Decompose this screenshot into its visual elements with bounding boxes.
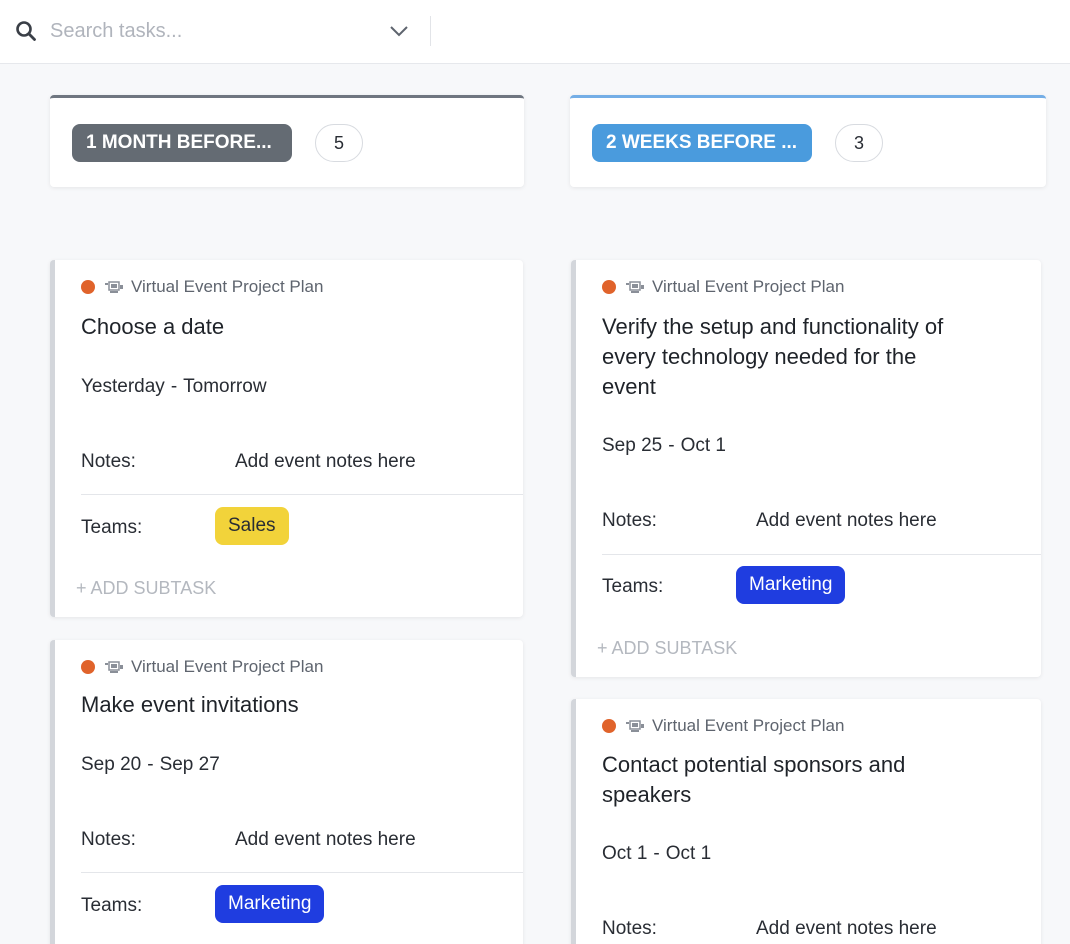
task-title-line: Contact potential sponsors and <box>602 752 906 777</box>
task-card[interactable]: Virtual Event Project Plan Make event in… <box>50 640 523 944</box>
notes-label: Notes: <box>602 510 657 531</box>
status-dot <box>81 660 95 674</box>
column-header-1-month-before: 1 MONTH BEFORE... 5 <box>50 95 524 187</box>
due-date: Sep 27 <box>159 754 220 775</box>
project-name[interactable]: Virtual Event Project Plan <box>131 277 323 297</box>
add-subtask-button[interactable]: + ADD SUBTASK <box>76 578 216 599</box>
search-icon <box>16 21 36 41</box>
task-card[interactable]: Virtual Event Project Plan Contact poten… <box>571 699 1041 944</box>
team-tag-marketing[interactable]: Marketing <box>215 885 325 923</box>
due-date: Oct 1 <box>680 435 726 456</box>
task-card[interactable]: Virtual Event Project Plan Choose a date… <box>50 260 523 617</box>
task-title-line: every technology needed for the <box>602 344 917 369</box>
status-dot <box>602 280 616 294</box>
date-separator: - <box>147 754 154 775</box>
status-pill[interactable]: 1 MONTH BEFORE... <box>72 124 292 162</box>
column-header-2-weeks-before: 2 WEEKS BEFORE ... 3 <box>570 95 1046 187</box>
status-pill[interactable]: 2 WEEKS BEFORE ... <box>592 124 812 162</box>
project-icon <box>105 661 123 673</box>
project-line: Virtual Event Project Plan <box>602 714 844 738</box>
due-date: Oct 1 <box>665 843 712 864</box>
notes-value[interactable]: Add event notes here <box>235 451 416 473</box>
task-title[interactable]: Choose a date <box>81 312 224 342</box>
field-divider <box>602 554 1041 555</box>
teams-label: Teams: <box>602 576 664 597</box>
team-tag-marketing[interactable]: Marketing <box>736 566 846 604</box>
task-title-line: event <box>602 374 656 399</box>
date-range[interactable]: Sep 25- Oct 1 <box>602 435 726 457</box>
project-icon <box>105 281 123 293</box>
start-date: Sep 20 <box>81 754 142 775</box>
start-date: Oct 1 <box>602 843 648 864</box>
date-separator: - <box>668 435 675 456</box>
search-bar <box>0 0 1070 64</box>
project-name[interactable]: Virtual Event Project Plan <box>652 277 844 297</box>
start-date: Sep 25 <box>602 435 663 456</box>
project-icon <box>626 281 644 293</box>
task-title[interactable]: Make event invitations <box>81 690 299 720</box>
notes-label: Notes: <box>81 451 136 472</box>
notes-value[interactable]: Add event notes here <box>756 510 937 532</box>
due-date: Tomorrow <box>183 376 267 397</box>
field-divider <box>81 494 523 495</box>
add-subtask-button[interactable]: + ADD SUBTASK <box>597 638 737 659</box>
project-name[interactable]: Virtual Event Project Plan <box>131 657 323 677</box>
notes-value[interactable]: Add event notes here <box>756 918 937 940</box>
date-range[interactable]: Oct 1- Oct 1 <box>602 843 711 865</box>
status-dot <box>81 280 95 294</box>
date-range[interactable]: Sep 20- Sep 27 <box>81 754 220 776</box>
toolbar-divider <box>430 16 431 46</box>
task-title-line: speakers <box>602 782 692 807</box>
project-line: Virtual Event Project Plan <box>81 275 323 299</box>
notes-value[interactable]: Add event notes here <box>235 829 416 851</box>
teams-label: Teams: <box>81 517 143 538</box>
task-count-badge: 3 <box>835 124 883 162</box>
project-name[interactable]: Virtual Event Project Plan <box>652 716 844 736</box>
project-line: Virtual Event Project Plan <box>602 275 844 299</box>
team-tag-sales[interactable]: Sales <box>215 507 289 545</box>
date-separator: - <box>170 376 178 397</box>
project-icon <box>626 720 644 732</box>
field-divider <box>81 872 523 873</box>
teams-label: Teams: <box>81 895 143 916</box>
chevron-down-icon[interactable] <box>388 22 410 40</box>
task-card[interactable]: Virtual Event Project Plan Verify the se… <box>571 260 1041 677</box>
task-title[interactable]: Contact potential sponsors and speakers <box>602 750 905 810</box>
task-count-badge: 5 <box>315 124 363 162</box>
notes-label: Notes: <box>81 829 136 850</box>
search-input[interactable] <box>50 16 370 46</box>
task-title-line: Verify the setup and functionality of <box>602 314 944 339</box>
project-line: Virtual Event Project Plan <box>81 655 323 679</box>
date-separator: - <box>653 843 660 864</box>
status-dot <box>602 719 616 733</box>
date-range[interactable]: Yesterday - Tomorrow <box>81 376 267 398</box>
notes-label: Notes: <box>602 918 657 939</box>
start-date: Yesterday <box>81 376 165 397</box>
task-title[interactable]: Verify the setup and functionality of ev… <box>602 312 943 402</box>
